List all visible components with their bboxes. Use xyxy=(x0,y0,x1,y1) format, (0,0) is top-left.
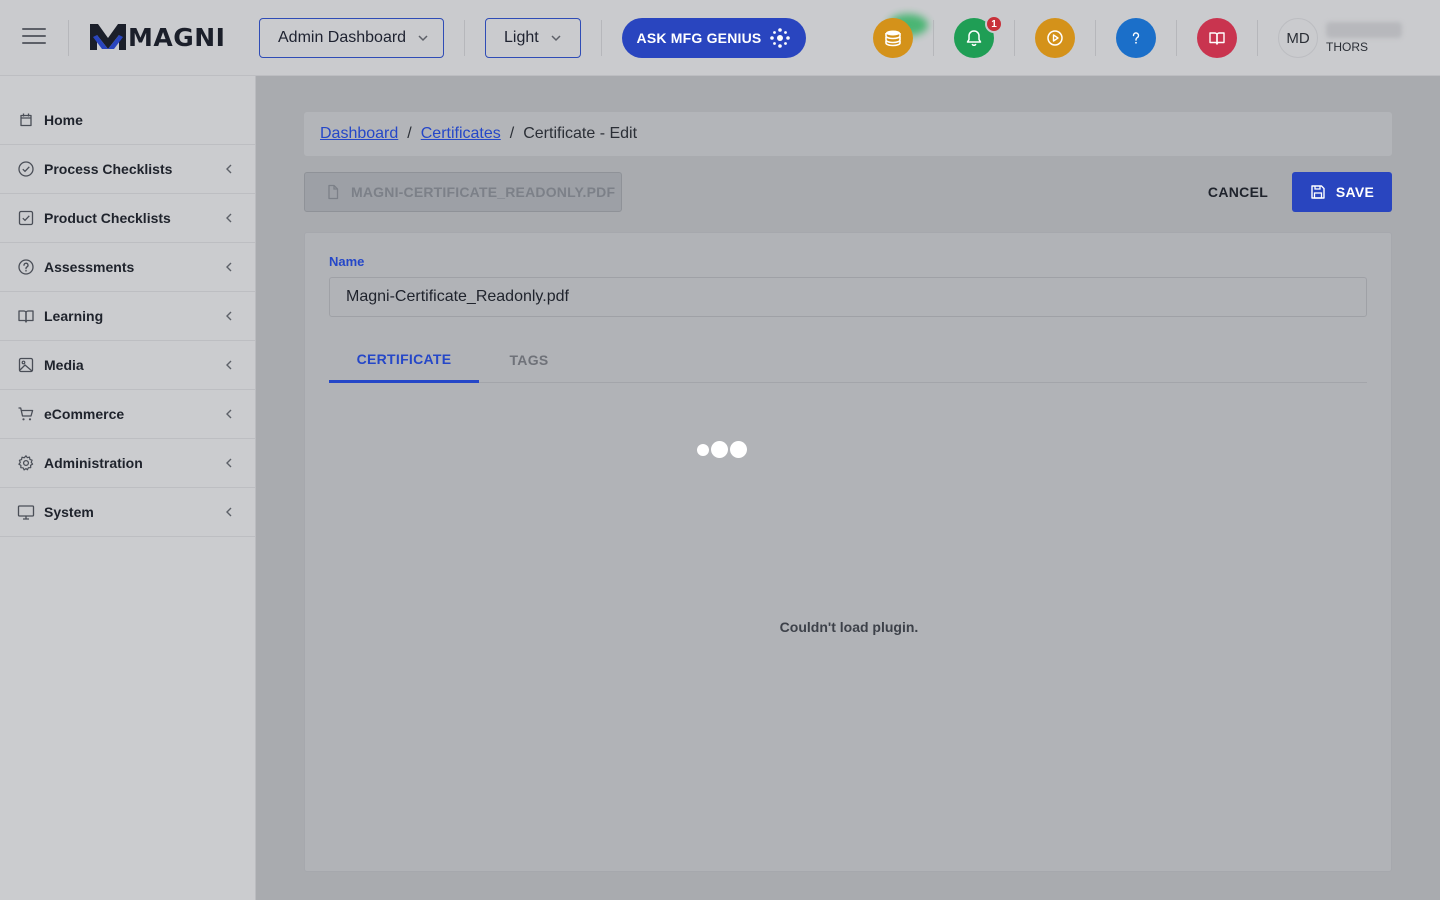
open-book-icon xyxy=(1209,32,1225,45)
chevron-left-icon xyxy=(226,164,232,174)
hamburger-line xyxy=(22,28,46,30)
top-header: MAGNI Admin Dashboard Light ASK MFG GENI… xyxy=(0,0,1440,76)
theme-select-value: Light xyxy=(504,29,539,46)
chevron-left-icon xyxy=(226,213,232,223)
chevron-down-icon xyxy=(418,35,428,42)
hamburger-line xyxy=(22,42,46,44)
user-organization: THORS xyxy=(1326,40,1368,54)
sidebar-item-product-checklists[interactable]: Product Checklists xyxy=(0,194,255,243)
sidebar-item-administration[interactable]: Administration xyxy=(0,439,255,488)
breadcrumb-certificates-link[interactable]: Certificates xyxy=(421,125,501,143)
image-icon xyxy=(17,356,35,374)
header-divider xyxy=(1176,20,1177,56)
chevron-down-icon xyxy=(551,35,561,42)
help-button[interactable] xyxy=(1116,18,1156,58)
sidebar-item-label: Administration xyxy=(44,455,143,471)
play-circle-icon xyxy=(1047,30,1063,46)
save-button[interactable]: SAVE xyxy=(1292,172,1392,212)
notification-badge: 1 xyxy=(985,15,1003,33)
logo-text: MAGNI xyxy=(128,22,226,52)
magni-logo-icon xyxy=(90,24,126,50)
user-name-redacted[interactable] xyxy=(1326,22,1402,38)
question-icon xyxy=(1132,32,1140,44)
tab-bar: CERTIFICATE TAGS xyxy=(329,337,1367,383)
sidebar-item-media[interactable]: Media xyxy=(0,341,255,390)
file-name-button[interactable]: MAGNI-CERTIFICATE_READONLY.PDF xyxy=(304,172,622,212)
cart-icon xyxy=(17,405,35,423)
coins-icon xyxy=(885,30,901,47)
guide-book-button[interactable] xyxy=(1197,18,1237,58)
dashboard-select-value: Admin Dashboard xyxy=(278,29,407,46)
sidebar-item-label: eCommerce xyxy=(44,406,125,422)
chevron-left-icon xyxy=(226,360,232,370)
video-tutorials-button[interactable] xyxy=(1035,18,1075,58)
menu-toggle-button[interactable] xyxy=(22,28,46,48)
chevron-left-icon xyxy=(226,507,232,517)
notifications-button[interactable]: 1 xyxy=(954,15,1003,58)
tab-certificate[interactable]: CERTIFICATE xyxy=(329,337,479,383)
name-input[interactable] xyxy=(329,277,1367,317)
sidebar-item-label: System xyxy=(44,504,94,520)
save-label: SAVE xyxy=(1335,184,1375,200)
header-divider xyxy=(1095,20,1096,56)
chevron-left-icon xyxy=(226,311,232,321)
header-divider xyxy=(464,20,465,56)
book-icon xyxy=(17,307,35,325)
sparkle-icon xyxy=(770,28,791,48)
monitor-icon xyxy=(17,503,35,521)
sidebar-item-learning[interactable]: Learning xyxy=(0,292,255,341)
save-icon xyxy=(1311,185,1325,199)
check-square-icon xyxy=(17,209,35,227)
loader-dot xyxy=(730,441,747,458)
breadcrumb: Dashboard / Certificates / Certificate -… xyxy=(304,112,1392,156)
dashboard-select[interactable]: Admin Dashboard xyxy=(259,18,444,58)
header-divider xyxy=(1257,20,1258,56)
file-icon xyxy=(328,184,339,200)
tab-tags[interactable]: TAGS xyxy=(479,337,579,383)
loading-spinner xyxy=(697,441,747,458)
coins-button[interactable] xyxy=(873,18,913,58)
sidebar-nav: Home Process Checklists Product Checklis… xyxy=(0,76,256,900)
breadcrumb-separator: / xyxy=(407,125,412,142)
header-divider xyxy=(1014,20,1015,56)
hamburger-line xyxy=(22,35,46,37)
sidebar-item-system[interactable]: System xyxy=(0,488,255,537)
question-circle-icon xyxy=(17,258,35,276)
check-circle-icon xyxy=(17,160,35,178)
home-icon xyxy=(17,111,35,129)
file-name-label: MAGNI-CERTIFICATE_READONLY.PDF xyxy=(351,184,616,200)
sidebar-item-label: Assessments xyxy=(44,259,135,275)
user-avatar[interactable]: MD xyxy=(1278,18,1318,58)
certificate-edit-panel: Name CERTIFICATE TAGS Couldn't load plug… xyxy=(304,232,1392,872)
sidebar-item-label: Product Checklists xyxy=(44,210,171,226)
cancel-button[interactable]: CANCEL xyxy=(1196,172,1280,212)
sidebar-item-label: Learning xyxy=(44,308,104,324)
header-divider xyxy=(933,20,934,56)
breadcrumb-dashboard-link[interactable]: Dashboard xyxy=(320,125,398,143)
breadcrumb-current: Certificate - Edit xyxy=(523,125,638,142)
chevron-left-icon xyxy=(226,409,232,419)
ask-mfg-genius-button[interactable]: ASK MFG GENIUS xyxy=(622,18,806,58)
bell-icon xyxy=(966,30,982,46)
theme-select[interactable]: Light xyxy=(485,18,581,58)
sidebar-item-label: Home xyxy=(44,112,83,128)
sidebar-item-assessments[interactable]: Assessments xyxy=(0,243,255,292)
genius-label: ASK MFG GENIUS xyxy=(636,30,762,46)
sidebar-item-label: Media xyxy=(44,357,84,373)
chevron-left-icon xyxy=(226,262,232,272)
breadcrumb-separator: / xyxy=(509,125,515,142)
header-divider xyxy=(601,20,602,56)
loader-dot xyxy=(697,443,709,456)
chevron-left-icon xyxy=(226,458,232,468)
header-divider xyxy=(68,20,69,56)
sidebar-item-ecommerce[interactable]: eCommerce xyxy=(0,390,255,439)
plugin-error-message: Couldn't load plugin. xyxy=(779,619,919,635)
sidebar-item-label: Process Checklists xyxy=(44,161,173,177)
sidebar-item-process-checklists[interactable]: Process Checklists xyxy=(0,145,255,194)
gear-icon xyxy=(17,454,35,472)
loader-dot xyxy=(711,441,728,458)
sidebar-item-home[interactable]: Home xyxy=(0,76,255,145)
app-logo[interactable]: MAGNI xyxy=(90,22,225,52)
name-field-label: Name xyxy=(329,254,365,269)
